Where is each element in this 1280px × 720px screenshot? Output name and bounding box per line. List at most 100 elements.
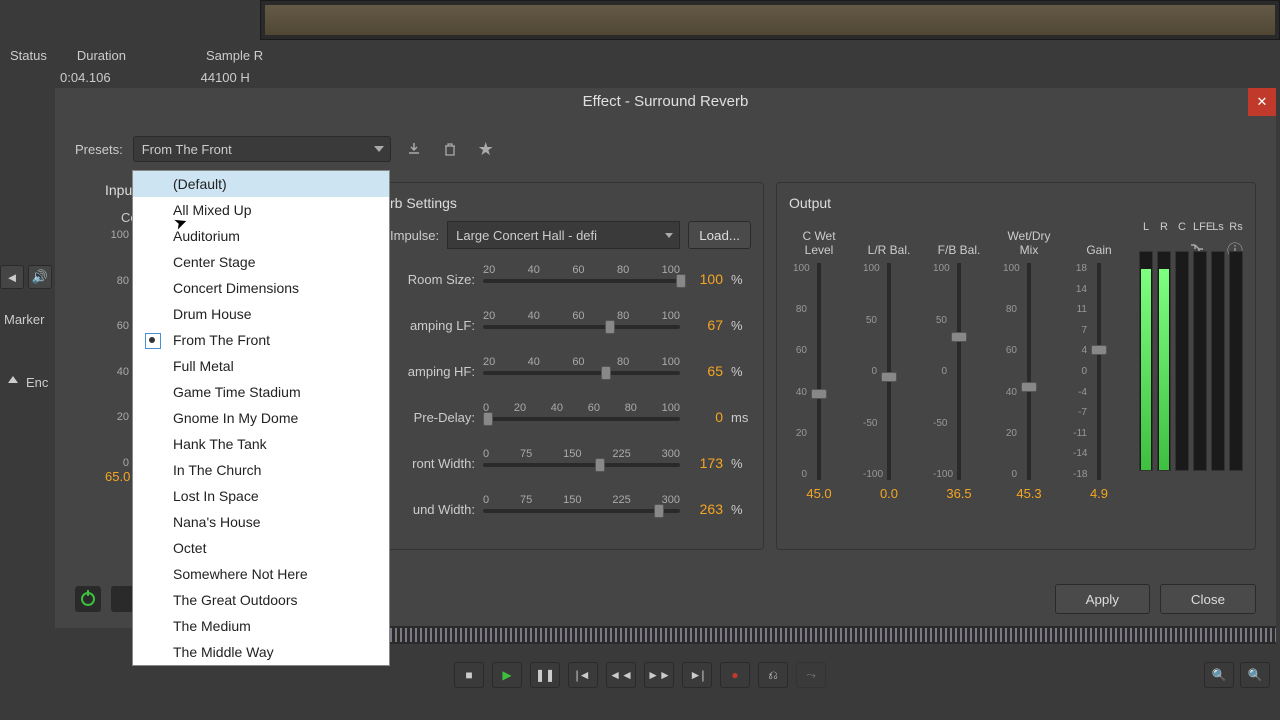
param-slider[interactable]: 075150225300 — [483, 494, 680, 524]
param-value: 0 — [688, 409, 723, 425]
output-header: L/R Bal. — [868, 221, 911, 257]
preset-option[interactable]: Octet — [133, 535, 389, 561]
output-value: 45.3 — [1016, 486, 1041, 501]
param-value: 263 — [688, 501, 723, 517]
prev-button[interactable]: ◄ — [0, 265, 24, 289]
close-button[interactable]: ✕ — [1248, 88, 1276, 116]
speaker-button[interactable]: 🔊 — [28, 265, 52, 289]
param-unit: % — [731, 502, 751, 517]
rewind-button[interactable]: ◄◄ — [606, 662, 636, 688]
reverb-param-row: Pre-Delay:0204060801000ms — [390, 399, 751, 435]
preset-option[interactable]: Gnome In My Dome — [133, 405, 389, 431]
preset-row: Presets: From The Front ★ — [75, 136, 1256, 162]
output-col: Gain181411740-4-7-11-14-184.9 — [1069, 221, 1129, 501]
param-slider[interactable]: 20406080100 — [483, 356, 680, 386]
output-header: Gain — [1086, 221, 1111, 257]
preset-option[interactable]: Concert Dimensions — [133, 275, 389, 301]
preset-option[interactable]: Hank The Tank — [133, 431, 389, 457]
import-preset-icon[interactable] — [401, 136, 427, 162]
enc-label: Enc — [26, 375, 48, 390]
output-title: Output — [789, 195, 1243, 211]
preset-option[interactable]: Auditorium — [133, 223, 389, 249]
param-label: Pre-Delay: — [390, 410, 475, 425]
output-col: Wet/DryMix10080604020045.3 — [999, 221, 1059, 501]
chevron-down-icon — [374, 146, 384, 152]
preset-option[interactable]: Lost In Space — [133, 483, 389, 509]
param-slider[interactable]: 020406080100 — [483, 402, 680, 432]
sample-value: 44100 H — [201, 70, 250, 85]
stop-button[interactable]: ■ — [454, 662, 484, 688]
preset-option[interactable]: (Default) — [133, 171, 389, 197]
reverb-param-row: amping LF:2040608010067% — [390, 307, 751, 343]
load-button[interactable]: Load... — [688, 221, 751, 249]
apply-button[interactable]: Apply — [1055, 584, 1150, 614]
reverb-title: rb Settings — [390, 195, 751, 211]
close-dialog-button[interactable]: Close — [1160, 584, 1256, 614]
play-button[interactable]: ▶ — [492, 662, 522, 688]
record-button[interactable]: ● — [720, 662, 750, 688]
preset-option[interactable]: Full Metal — [133, 353, 389, 379]
preset-option[interactable]: Somewhere Not Here — [133, 561, 389, 587]
param-value: 65 — [688, 363, 723, 379]
preset-option[interactable]: The Medium — [133, 613, 389, 639]
output-slider[interactable]: 100806040200 — [809, 263, 829, 480]
info-values: 0:04.106 44100 H — [0, 65, 1280, 90]
preset-option[interactable]: Center Stage — [133, 249, 389, 275]
dialog-title: Effect - Surround Reverb — [55, 88, 1276, 116]
zoom-in-button[interactable]: 🔍 — [1204, 662, 1234, 688]
preset-option[interactable]: The Great Outdoors — [133, 587, 389, 613]
forward-button[interactable]: ►► — [644, 662, 674, 688]
param-value: 173 — [688, 455, 723, 471]
impulse-label: Impulse: — [390, 228, 439, 243]
preset-option[interactable]: From The Front — [133, 327, 389, 353]
expand-icon[interactable] — [8, 376, 18, 383]
sample-label: Sample R — [206, 48, 263, 63]
pause-button[interactable]: ❚❚ — [530, 662, 560, 688]
reverb-param-row: Room Size:20406080100100% — [390, 261, 751, 297]
skip-silence-button[interactable]: ⤳ — [796, 662, 826, 688]
favorite-icon[interactable]: ★ — [473, 136, 499, 162]
impulse-value: Large Concert Hall - defi — [456, 228, 597, 243]
param-unit: % — [731, 364, 751, 379]
output-slider[interactable]: 100500-50-100 — [949, 263, 969, 480]
skip-back-button[interactable]: |◄ — [568, 662, 598, 688]
delete-preset-icon[interactable] — [437, 136, 463, 162]
preset-option[interactable]: Drum House — [133, 301, 389, 327]
preset-option[interactable]: Nana's House — [133, 509, 389, 535]
reverb-param-row: amping HF:2040608010065% — [390, 353, 751, 389]
meter-labels: LRCLFELsRs — [1139, 221, 1243, 233]
param-unit: % — [731, 456, 751, 471]
skip-fwd-button[interactable]: ►| — [682, 662, 712, 688]
output-header: C WetLevel — [802, 221, 835, 257]
param-unit: % — [731, 272, 751, 287]
power-toggle[interactable] — [75, 586, 101, 612]
duration-label: Duration — [77, 48, 126, 63]
timeline-strip[interactable] — [270, 626, 1276, 644]
output-value: 0.0 — [880, 486, 898, 501]
marker-label: Marker — [4, 312, 44, 327]
param-slider[interactable]: 20406080100 — [483, 310, 680, 340]
param-slider[interactable]: 075150225300 — [483, 448, 680, 478]
output-slider[interactable]: 181411740-4-7-11-14-18 — [1089, 263, 1109, 480]
loop-button[interactable]: ⎌ — [758, 662, 788, 688]
output-slider[interactable]: 100500-50-100 — [879, 263, 899, 480]
preset-option[interactable]: The Middle Way — [133, 639, 389, 665]
param-label: Room Size: — [390, 272, 475, 287]
preset-dropdown[interactable]: From The Front — [133, 136, 391, 162]
preset-list[interactable]: (Default)All Mixed UpAuditoriumCenter St… — [132, 170, 390, 666]
chevron-down-icon — [665, 233, 673, 238]
param-slider[interactable]: 20406080100 — [483, 264, 680, 294]
preset-selected: From The Front — [142, 142, 232, 157]
waveform-overview[interactable] — [260, 0, 1280, 40]
preset-option[interactable]: Game Time Stadium — [133, 379, 389, 405]
output-value: 45.0 — [806, 486, 831, 501]
output-value: 36.5 — [946, 486, 971, 501]
output-col: L/R Bal. 100500-50-100 0.0 — [859, 221, 919, 501]
output-col: C WetLevel 100806040200 45.0 — [789, 221, 849, 501]
output-slider[interactable]: 100806040200 — [1019, 263, 1039, 480]
preset-option[interactable]: In The Church — [133, 457, 389, 483]
status-label: Status — [10, 48, 47, 63]
duration-value: 0:04.106 — [60, 70, 111, 85]
zoom-out-button[interactable]: 🔍 — [1240, 662, 1270, 688]
impulse-dropdown[interactable]: Large Concert Hall - defi — [447, 221, 680, 249]
